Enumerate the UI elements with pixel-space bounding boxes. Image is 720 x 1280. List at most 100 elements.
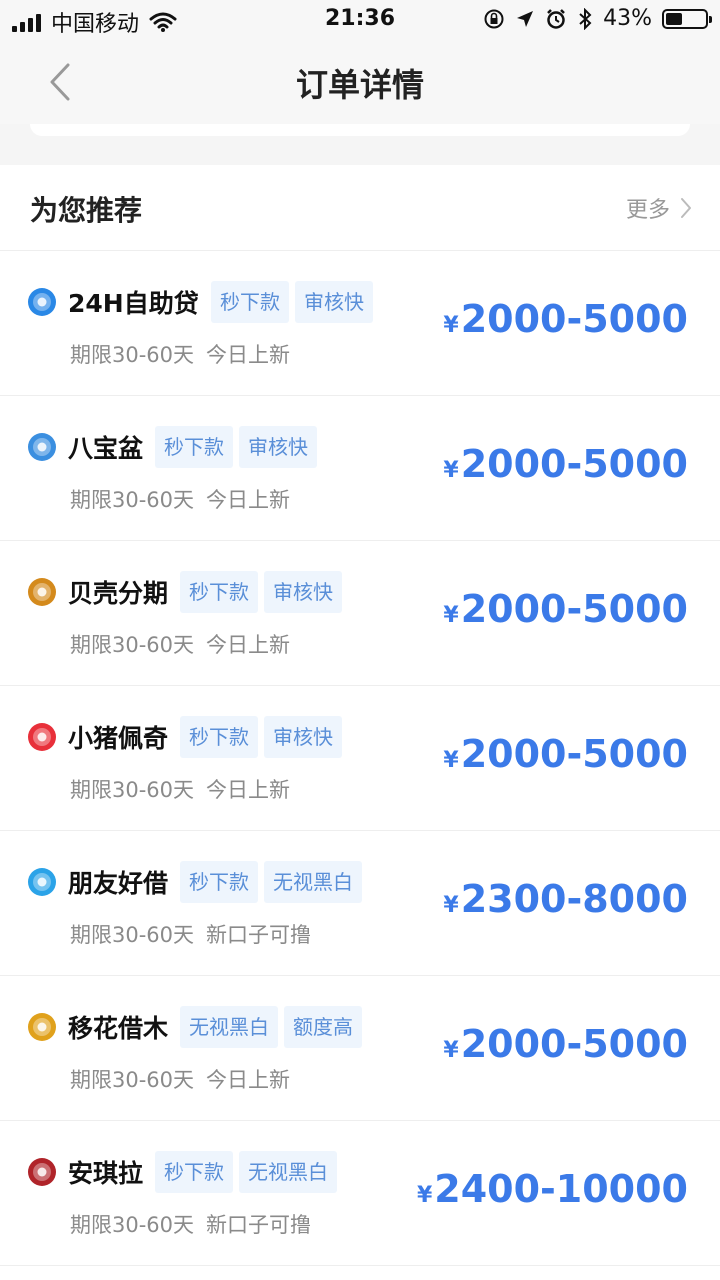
app-name: 贝壳分期 [68,579,169,608]
item-description: 期限30-60天 今日上新 [70,1064,290,1094]
app-name: 安琪拉 [68,1159,144,1188]
tag-group: 秒下款 无视黑白 [155,1151,337,1193]
app-logo-icon [28,723,56,751]
feature-tag: 秒下款 [155,426,233,468]
loan-period: 期限30-60天 [70,633,195,657]
app-name: 小猪佩奇 [68,724,169,753]
loan-amount: ¥2000-5000 [443,1022,688,1066]
item-description: 期限30-60天 新口子可撸 [70,1209,311,1239]
currency-symbol: ¥ [443,1038,459,1063]
app-logo-icon [28,1158,56,1186]
currency-symbol: ¥ [416,1183,433,1208]
alarm-icon [547,8,565,29]
item-note: 今日上新 [206,633,291,657]
tag-group: 秒下款 审核快 [180,571,342,613]
chevron-right-icon [681,198,691,218]
tag-group: 秒下款 无视黑白 [180,861,362,903]
app-logo-icon [28,1013,56,1041]
recommend-section: 为您推荐 更多 24H自助贷 秒下款 审核快 期限30-60天 今日上新 ¥2000-50… [0,165,720,1280]
bluetooth-icon [579,7,592,30]
amount-range: 2000-5000 [460,297,688,341]
loan-amount: ¥2000-5000 [443,732,688,776]
amount-range: 2000-5000 [460,587,688,631]
app-name: 八宝盆 [68,434,144,463]
loan-period: 期限30-60天 [70,1213,195,1237]
rotation-lock-icon [484,9,504,28]
list-item[interactable]: 24H自助贷 秒下款 审核快 期限30-60天 今日上新 ¥2000-5000 [0,251,720,396]
recommend-header: 为您推荐 更多 [0,165,720,251]
item-note: 今日上新 [206,778,291,802]
loan-amount: ¥2000-5000 [443,297,688,341]
tag-group: 秒下款 审核快 [211,281,373,323]
app-logo-icon [28,288,56,316]
list-item[interactable]: 安琪拉 秒下款 无视黑白期限30-60天 新口子可撸 ¥2400-10000 [0,1121,720,1266]
app-name: 朋友好借 [68,869,169,898]
battery-icon [662,8,712,29]
tag-group: 秒下款 审核快 [180,716,342,758]
list-item[interactable]: 移花借木 无视黑白 额度高 期限30-60天 今日上新 ¥2000-5000 [0,976,720,1121]
item-description: 期限30-60天 今日上新 [70,339,290,369]
recommend-title: 为您推荐 [30,194,143,227]
item-note: 今日上新 [206,1068,291,1092]
item-description: 期限30-60天 今日上新 [70,629,290,659]
app-logo-icon [28,868,56,896]
loan-amount: ¥2400-10000 [417,1167,688,1211]
currency-symbol: ¥ [443,893,459,918]
feature-tag: 秒下款 [211,281,289,323]
more-link[interactable]: 更多 [626,192,692,224]
feature-tag: 审核快 [264,571,342,613]
feature-tag: 秒下款 [180,571,258,613]
item-description: 期限30-60天 今日上新 [70,484,290,514]
loan-period: 期限30-60天 [70,923,195,947]
currency-symbol: ¥ [443,458,459,483]
currency-symbol: ¥ [443,603,459,628]
feature-tag: 无视黑白 [180,1006,278,1048]
amount-range: 2000-5000 [460,442,688,486]
list-item[interactable]: 贝壳分期 秒下款 审核快期限30-60天 今日上新 ¥2000-5000 [0,541,720,686]
item-description: 期限30-60天 新口子可撸 [70,919,311,949]
app-name: 24H自助贷 [68,289,199,318]
loan-amount: ¥2300-8000 [443,877,688,921]
list-item[interactable]: 八宝盆 秒下款 审核快期限30-60天 今日上新 ¥2000-5000 [0,396,720,541]
status-bar: 中国移动 21:36 43% [0,0,720,40]
loan-period: 期限30-60天 [70,488,195,512]
loan-period: 期限30-60天 [70,343,195,367]
feature-tag: 秒下款 [180,861,258,903]
nav-bar: 订单详情 [0,40,720,124]
feature-tag: 审核快 [239,426,317,468]
feature-tag: 无视黑白 [239,1151,337,1193]
amount-range: 2300-8000 [460,877,688,921]
item-note: 新口子可撸 [206,923,312,947]
feature-tag: 审核快 [264,716,342,758]
feature-tag: 审核快 [295,281,373,323]
amount-range: 2400-10000 [434,1167,688,1211]
order-card-bottom [30,124,690,136]
tag-group: 无视黑白 额度高 [180,1006,362,1048]
amount-range: 2000-5000 [460,1022,688,1066]
battery-percent: 43% [603,6,652,31]
app-logo-icon [28,433,56,461]
item-description: 期限30-60天 今日上新 [70,774,290,804]
list-item[interactable]: 朋友好借 秒下款 无视黑白期限30-60天 新口子可撸 ¥2300-8000 [0,831,720,976]
feature-tag: 秒下款 [180,716,258,758]
feature-tag: 秒下款 [155,1151,233,1193]
currency-symbol: ¥ [443,313,459,338]
item-note: 今日上新 [206,343,291,367]
location-icon [517,10,534,27]
amount-range: 2000-5000 [460,732,688,776]
loan-period: 期限30-60天 [70,778,195,802]
battery-level-fill [666,12,682,25]
item-note: 新口子可撸 [206,1213,312,1237]
loan-amount: ¥2000-5000 [443,587,688,631]
list-item[interactable]: 小猪佩奇 秒下款 审核快期限30-60天 今日上新 ¥2000-5000 [0,686,720,831]
loan-period: 期限30-60天 [70,1068,195,1092]
currency-symbol: ¥ [443,748,459,773]
item-note: 今日上新 [206,488,291,512]
feature-tag: 无视黑白 [264,861,362,903]
status-right: 43% [483,6,712,31]
feature-tag: 额度高 [284,1006,362,1048]
product-list: 24H自助贷 秒下款 审核快 期限30-60天 今日上新 ¥2000-5000 八宝盆 秒下款… [0,251,720,1266]
app-logo-icon [28,578,56,606]
tag-group: 秒下款 审核快 [155,426,317,468]
page-title: 订单详情 [295,66,424,104]
